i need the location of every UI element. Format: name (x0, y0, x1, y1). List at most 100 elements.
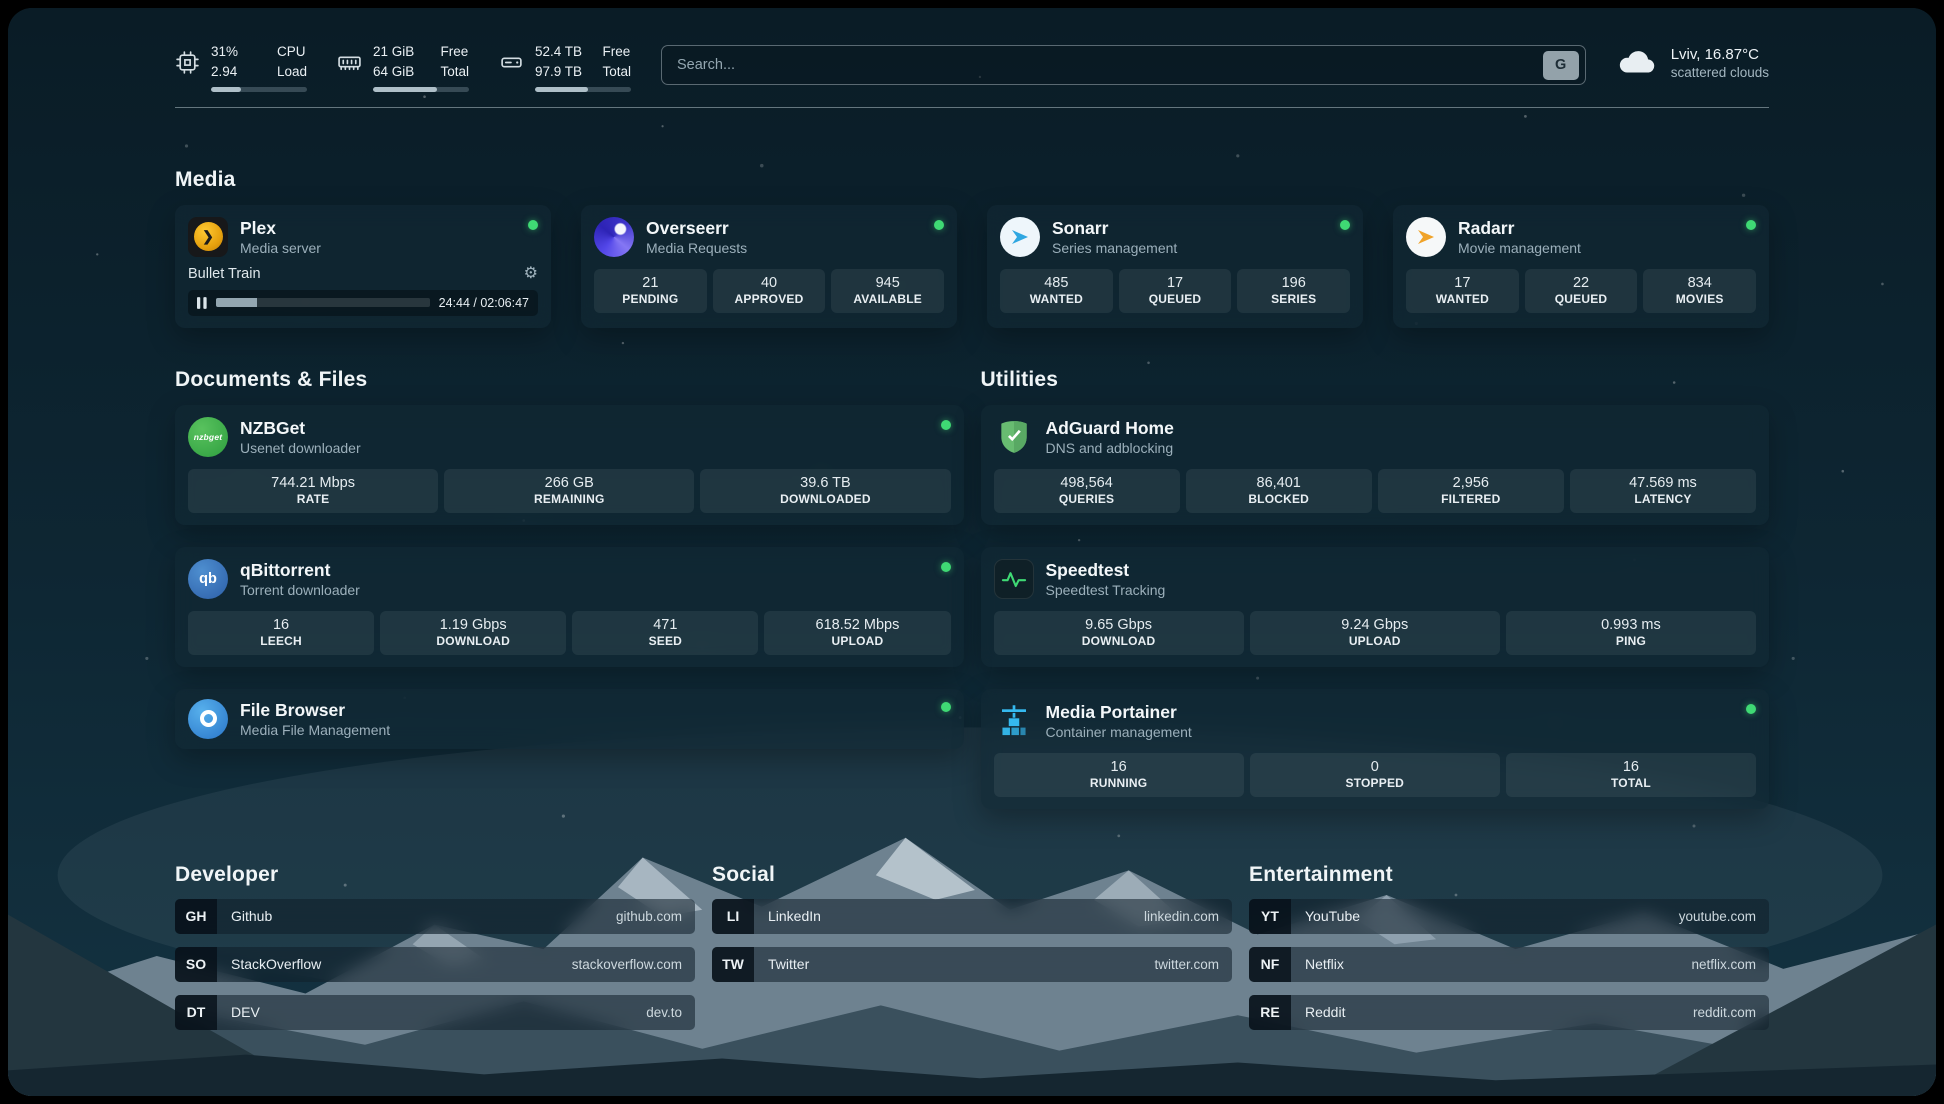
ram-progress-bar (373, 87, 469, 92)
nzbget-subtitle: Usenet downloader (240, 440, 361, 456)
bookmark-stackoverflow[interactable]: SO StackOverflow stackoverflow.com (175, 947, 695, 982)
overseerr-stat-approved: 40APPROVED (713, 269, 826, 313)
nzbget-stat-remaining: 266 GBREMAINING (444, 469, 694, 513)
sonarr-status-dot (1340, 220, 1350, 230)
utilities-section-title: Utilities (981, 368, 1770, 392)
documents-section-title: Documents & Files (175, 368, 964, 392)
weather-widget: Lviv, 16.87°C scattered clouds (1616, 44, 1769, 80)
adguard-icon (994, 417, 1034, 457)
entertainment-section-title: Entertainment (1249, 863, 1769, 887)
card-portainer[interactable]: Media Portainer Container management 16R… (981, 689, 1770, 809)
plex-now-playing: Bullet Train (188, 266, 261, 282)
adguard-subtitle: DNS and adblocking (1046, 440, 1174, 456)
plex-status-dot (528, 220, 538, 230)
ram-total-value: 64 GiB (373, 62, 414, 82)
gear-icon[interactable]: ⚙ (524, 266, 538, 282)
adguard-stat-latency: 47.569 msLATENCY (1570, 469, 1756, 513)
plex-progress-track[interactable] (216, 298, 430, 307)
card-adguard[interactable]: AdGuard Home DNS and adblocking 498,564Q… (981, 405, 1770, 525)
cloud-icon (1616, 46, 1658, 78)
bookmark-twitter[interactable]: TW Twitter twitter.com (712, 947, 1232, 982)
section-media: Media ❯ Plex Media server Bullet Train (175, 168, 1769, 328)
radarr-stat-queued: 22QUEUED (1525, 269, 1638, 313)
speedtest-subtitle: Speedtest Tracking (1046, 582, 1166, 598)
github-abbr-icon: GH (175, 899, 217, 934)
card-nzbget[interactable]: nzbget NZBGet Usenet downloader 744.21 M… (175, 405, 964, 525)
filebrowser-title: File Browser (240, 700, 390, 720)
portainer-status-dot (1746, 704, 1756, 714)
youtube-abbr-icon: YT (1249, 899, 1291, 934)
radarr-icon (1406, 217, 1446, 257)
card-overseerr[interactable]: Overseerr Media Requests 21PENDING 40APP… (581, 205, 957, 328)
nzbget-status-dot (941, 420, 951, 430)
radarr-subtitle: Movie management (1458, 240, 1581, 256)
sonarr-title: Sonarr (1052, 218, 1177, 238)
cpu-label: CPU (277, 42, 307, 62)
nzbget-icon: nzbget (188, 417, 228, 457)
dashboard-content: 31% 2.94 CPU Load (8, 8, 1936, 1096)
filebrowser-subtitle: Media File Management (240, 722, 390, 738)
portainer-stat-running: 16RUNNING (994, 753, 1244, 797)
card-sonarr[interactable]: Sonarr Series management 485WANTED 17QUE… (987, 205, 1363, 328)
header: 31% 2.94 CPU Load (175, 42, 1769, 92)
cpu-load-label: Load (277, 62, 307, 82)
overseerr-status-dot (934, 220, 944, 230)
bookmark-github[interactable]: GH Github github.com (175, 899, 695, 934)
adguard-stat-filtered: 2,956FILTERED (1378, 469, 1564, 513)
portainer-subtitle: Container management (1046, 724, 1192, 740)
qbittorrent-title: qBittorrent (240, 560, 360, 580)
search-input[interactable] (677, 57, 1543, 73)
portainer-stat-total: 16TOTAL (1506, 753, 1756, 797)
search-bar[interactable]: G (661, 45, 1586, 85)
pause-icon[interactable] (197, 297, 207, 309)
disk-widget: 52.4 TB 97.9 TB Free Total (499, 42, 631, 92)
bookmark-netflix[interactable]: NF Netflix netflix.com (1249, 947, 1769, 982)
bookmark-youtube[interactable]: YT YouTube youtube.com (1249, 899, 1769, 934)
disk-total-value: 97.9 TB (535, 62, 582, 82)
overseerr-stat-pending: 21PENDING (594, 269, 707, 313)
portainer-stat-stopped: 0STOPPED (1250, 753, 1500, 797)
qbittorrent-icon: qb (188, 559, 228, 599)
disk-progress-bar (535, 87, 631, 92)
filebrowser-icon (188, 699, 228, 739)
radarr-title: Radarr (1458, 218, 1581, 238)
qbittorrent-stat-seed: 471SEED (572, 611, 758, 655)
cpu-usage-value: 31% (211, 42, 238, 62)
social-section-title: Social (712, 863, 1232, 887)
disk-total-label: Total (602, 62, 631, 82)
adguard-stat-queries: 498,564QUERIES (994, 469, 1180, 513)
card-qbittorrent[interactable]: qb qBittorrent Torrent downloader 16LEEC… (175, 547, 964, 667)
twitter-abbr-icon: TW (712, 947, 754, 982)
sonarr-stat-wanted: 485WANTED (1000, 269, 1113, 313)
dashboard-screen: 31% 2.94 CPU Load (8, 8, 1936, 1096)
radarr-status-dot (1746, 220, 1756, 230)
card-speedtest[interactable]: Speedtest Speedtest Tracking 9.65 GbpsDO… (981, 547, 1770, 667)
memory-icon (337, 50, 362, 75)
speedtest-title: Speedtest (1046, 560, 1166, 580)
cpu-chip-icon (175, 50, 200, 75)
portainer-title: Media Portainer (1046, 702, 1192, 722)
weather-location: Lviv, 16.87°C (1671, 44, 1769, 65)
disk-free-label: Free (602, 42, 631, 62)
card-plex[interactable]: ❯ Plex Media server Bullet Train ⚙ (175, 205, 551, 328)
card-filebrowser[interactable]: File Browser Media File Management (175, 689, 964, 749)
speedtest-stat-download: 9.65 GbpsDOWNLOAD (994, 611, 1244, 655)
adguard-stat-blocked: 86,401BLOCKED (1186, 469, 1372, 513)
bookmark-linkedin[interactable]: LI LinkedIn linkedin.com (712, 899, 1232, 934)
plex-icon: ❯ (188, 217, 228, 257)
qbittorrent-stat-upload: 618.52 MbpsUPLOAD (764, 611, 950, 655)
bookmark-reddit[interactable]: RE Reddit reddit.com (1249, 995, 1769, 1030)
nzbget-title: NZBGet (240, 418, 361, 438)
card-radarr[interactable]: Radarr Movie management 17WANTED 22QUEUE… (1393, 205, 1769, 328)
sonarr-icon (1000, 217, 1040, 257)
bookmark-dev[interactable]: DT DEV dev.to (175, 995, 695, 1030)
search-provider-button[interactable]: G (1543, 51, 1579, 80)
speedtest-icon (994, 559, 1034, 599)
ram-total-label: Total (440, 62, 469, 82)
overseerr-subtitle: Media Requests (646, 240, 747, 256)
linkedin-abbr-icon: LI (712, 899, 754, 934)
adguard-title: AdGuard Home (1046, 418, 1174, 438)
ram-free-label: Free (440, 42, 469, 62)
weather-condition: scattered clouds (1671, 65, 1769, 80)
header-divider (175, 107, 1769, 108)
